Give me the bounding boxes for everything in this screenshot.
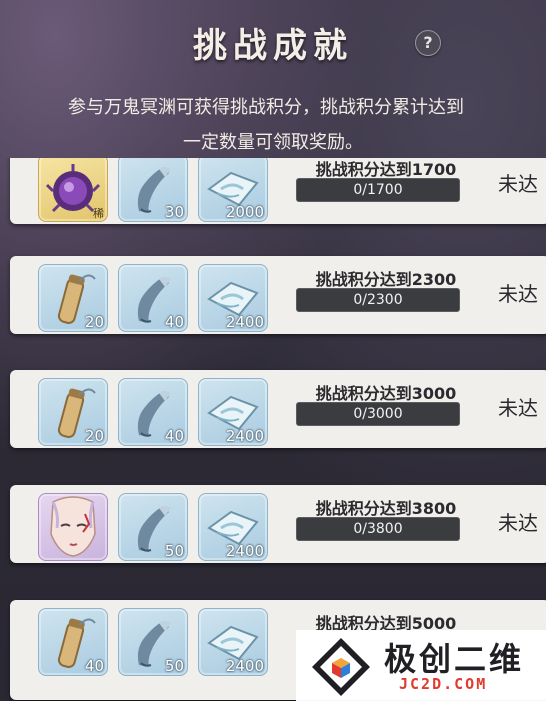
goal-label: 挑战积分达到2300 [315,270,457,289]
reward-slot[interactable]: 20 [38,378,108,446]
reward-slot[interactable]: 2400 [198,264,268,332]
character-face-icon [50,496,96,557]
reward-quantity: 2000 [225,203,264,221]
reward-slot[interactable]: 2400 [198,608,268,676]
reward-slot[interactable]: 30 [118,158,188,222]
reward-slot[interactable]: 40 [38,608,108,676]
cube-logo-icon [312,638,370,696]
reward-slot[interactable]: 稀 [38,158,108,222]
help-icon[interactable]: ? [415,30,441,56]
reward-slot[interactable]: 2400 [198,493,268,561]
status-label[interactable]: 未达 [498,278,538,307]
watermark-url: JC2D.COM [399,675,488,693]
progress-text: 0/3800 [353,521,403,537]
status-label[interactable]: 未达 [498,168,538,197]
reward-quantity: 20 [84,427,104,445]
reward-quantity: 30 [164,203,184,221]
description-line-1: 参与万鬼冥渊可获得挑战积分，挑战积分累计达到 [68,97,464,118]
reward-slot[interactable]: 2400 [198,378,268,446]
reward-quantity: 40 [84,657,104,675]
goal-label: 挑战积分达到3000 [315,384,457,403]
status-label[interactable]: 未达 [498,507,538,536]
reward-slot[interactable]: 50 [118,608,188,676]
reward-quantity: 40 [164,313,184,331]
progress-text: 0/2300 [353,292,403,308]
reward-slot[interactable]: 40 [118,264,188,332]
progress-bar: 0/3800 [296,517,460,541]
progress-bar: 0/3000 [296,402,460,426]
goal-label: 挑战积分达到3800 [315,499,457,518]
achievement-row: 50 2400 挑战积分达到3800 0/3800 未达 [10,485,546,563]
panel-header: 挑战成就 ? 参与万鬼冥渊可获得挑战积分，挑战积分累计达到 一定数量可领取奖励。 [0,0,546,160]
goal-label: 挑战积分达到1700 [315,160,457,179]
reward-quantity: 2400 [225,313,264,331]
reward-tag: 稀 [93,207,104,220]
reward-quantity: 2400 [225,542,264,560]
achievement-row: 20 40 2400 挑战积分达到2300 0/2300 未达 [10,256,546,334]
achievement-row: 稀 30 2000 挑战积分达到1700 0/1700 未达 [10,158,546,224]
achievement-list[interactable]: 稀 30 2000 挑战积分达到1700 0/1700 未达 20 40 240… [0,158,546,701]
progress-text: 0/1700 [353,182,403,198]
reward-quantity: 2400 [225,427,264,445]
page-title: 挑战成就 [193,26,353,66]
reward-quantity: 20 [84,313,104,331]
progress-bar: 0/2300 [296,288,460,312]
achievement-row: 20 40 2400 挑战积分达到3000 0/3000 未达 [10,370,546,448]
watermark-name: 极创二维 [384,640,525,678]
reward-quantity: 50 [164,542,184,560]
reward-quantity: 50 [164,657,184,675]
status-label[interactable]: 未达 [498,392,538,421]
description-line-2: 一定数量可领取奖励。 [183,132,363,153]
reward-slot[interactable]: 40 [118,378,188,446]
reward-slot[interactable]: 20 [38,264,108,332]
progress-bar: 0/1700 [296,178,460,202]
watermark-logo: 极创二维 JC2D.COM [296,630,546,701]
reward-slot[interactable] [38,493,108,561]
reward-slot[interactable]: 50 [118,493,188,561]
progress-text: 0/3000 [353,406,403,422]
reward-slot[interactable]: 2000 [198,158,268,222]
reward-quantity: 40 [164,427,184,445]
reward-quantity: 2400 [225,657,264,675]
